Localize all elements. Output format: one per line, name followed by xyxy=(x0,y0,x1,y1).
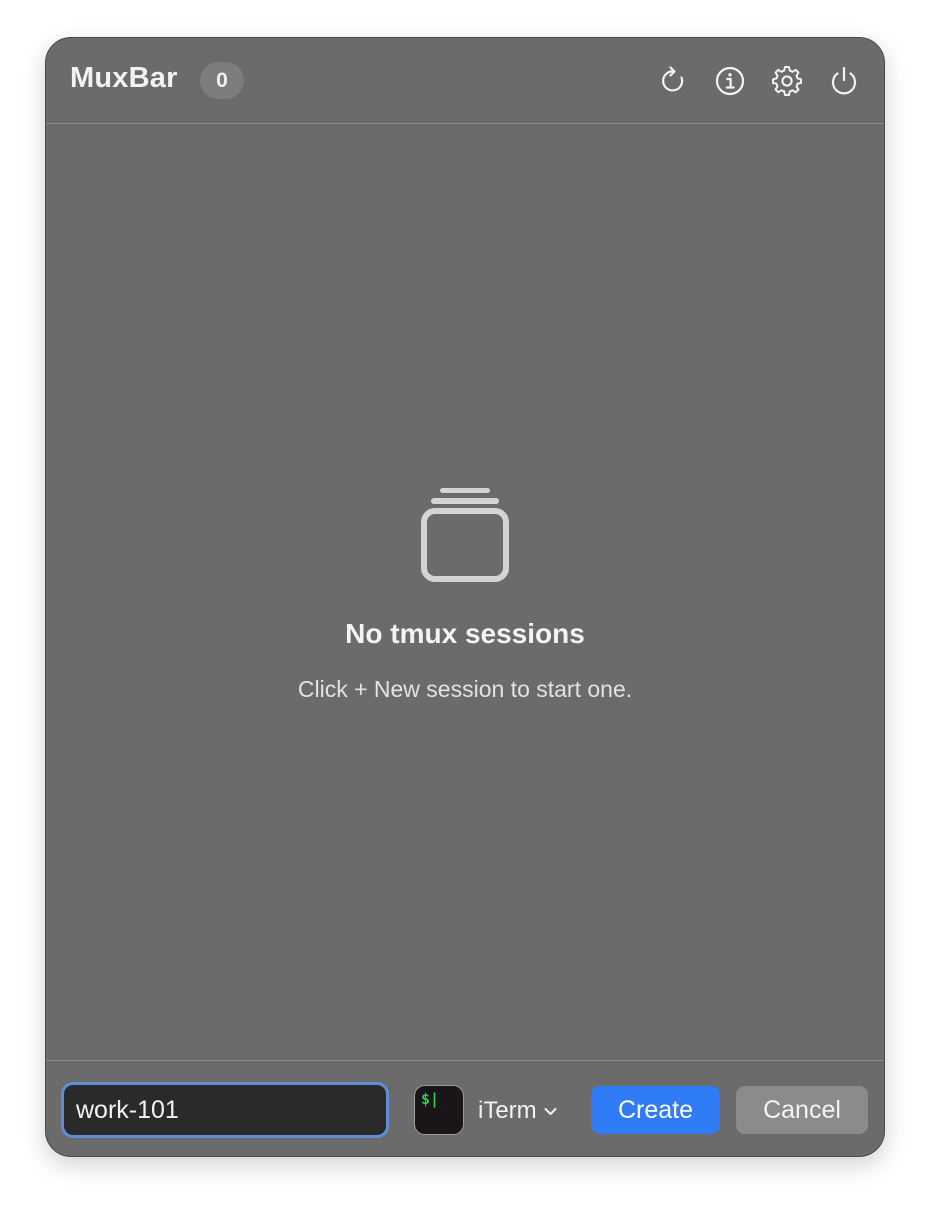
chevron-down-icon xyxy=(544,1107,557,1115)
empty-state: No tmux sessions Click + New session to … xyxy=(46,124,884,1060)
gear-icon xyxy=(772,66,802,96)
terminal-app-picker[interactable]: iTerm xyxy=(478,1095,558,1127)
settings-button[interactable] xyxy=(767,61,807,101)
stacked-windows-icon xyxy=(421,488,509,582)
app-title: MuxBar xyxy=(70,62,178,94)
muxbar-popover: MuxBar 0 No tmux sessions Click + New se… xyxy=(45,37,885,1157)
cancel-button[interactable]: Cancel xyxy=(736,1086,868,1134)
refresh-icon xyxy=(662,66,684,92)
header-bar: MuxBar 0 xyxy=(46,38,884,124)
new-session-bar: $| iTerm Create Cancel xyxy=(46,1060,884,1156)
power-icon xyxy=(831,66,857,95)
info-button[interactable] xyxy=(710,61,750,101)
session-count-badge: 0 xyxy=(200,62,244,99)
session-name-input[interactable] xyxy=(64,1085,386,1135)
terminal-app-label: iTerm xyxy=(478,1097,537,1124)
session-name-field xyxy=(61,1082,389,1138)
info-icon xyxy=(715,66,745,96)
create-button[interactable]: Create xyxy=(591,1086,720,1134)
empty-state-hint: Click + New session to start one. xyxy=(297,676,633,702)
iterm-app-icon: $| xyxy=(414,1085,464,1135)
empty-state-title: No tmux sessions xyxy=(345,618,585,649)
terminal-prompt-glyph: $| xyxy=(421,1090,440,1108)
refresh-button[interactable] xyxy=(654,61,694,101)
quit-button[interactable] xyxy=(824,61,864,101)
